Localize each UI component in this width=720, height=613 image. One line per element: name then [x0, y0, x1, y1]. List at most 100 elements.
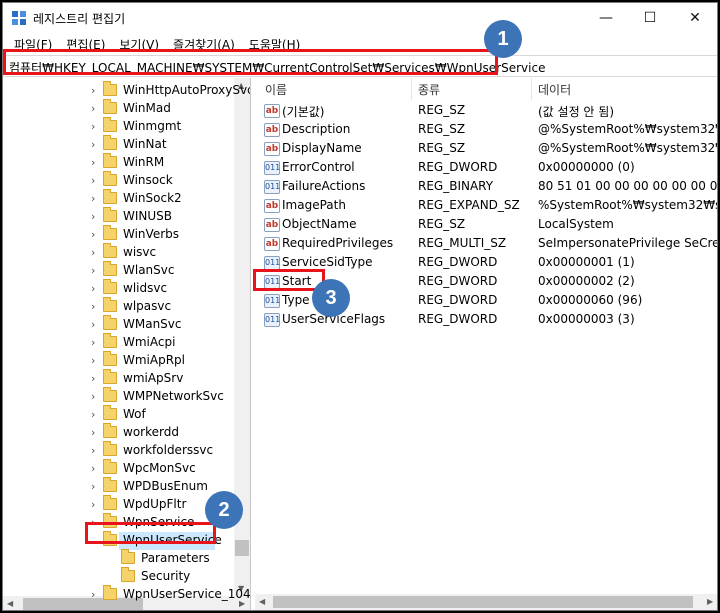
tree-item[interactable]: › WINUSB — [3, 207, 235, 226]
chevron-right-icon[interactable]: › — [91, 498, 95, 511]
tree-item-label: workerdd — [123, 425, 179, 439]
tree-item[interactable]: › wlpasvc — [3, 297, 235, 316]
value-name: FailureActions — [282, 179, 366, 193]
tree-item[interactable]: › WManSvc — [3, 315, 235, 334]
maximize-button[interactable]: ☐ — [627, 3, 673, 33]
tree-item[interactable]: Security — [3, 567, 235, 586]
folder-icon — [103, 189, 117, 204]
column-separator[interactable] — [411, 78, 412, 100]
values-list[interactable]: 이름 종류 데이터 ab (기본값) REG_SZ (값 설정 안 됨) ab Descr… — [255, 78, 717, 610]
tree-item-label: workfolderssvc — [123, 443, 214, 457]
tree-item[interactable]: › WpcMonSvc — [3, 459, 235, 478]
folder-icon — [103, 387, 117, 402]
chevron-right-icon[interactable]: › — [91, 372, 95, 385]
tree-item[interactable]: › WinNat — [3, 135, 235, 154]
string-value-icon: ab — [264, 237, 280, 251]
folder-icon — [103, 117, 117, 132]
chevron-right-icon[interactable]: › — [91, 408, 95, 421]
tree-item[interactable]: › wlidsvc — [3, 279, 235, 298]
tree-item[interactable]: › Winmgmt — [3, 117, 235, 136]
chevron-right-icon[interactable]: › — [91, 462, 95, 475]
chevron-right-icon[interactable]: › — [91, 390, 95, 403]
value-row[interactable]: 011 ErrorControl REG_DWORD 0x00000000 (0) — [255, 159, 717, 178]
values-hscroll-thumb[interactable] — [273, 596, 693, 608]
chevron-right-icon[interactable]: › — [91, 210, 95, 223]
value-row[interactable]: ab RequiredPrivileges REG_MULTI_SZ SeImpers… — [255, 235, 717, 254]
tree-item[interactable]: › Wof — [3, 405, 235, 424]
tree-item[interactable]: › WpdUpFltr — [3, 495, 235, 514]
column-header-type[interactable]: 종류 — [418, 81, 440, 98]
column-separator[interactable] — [531, 78, 532, 100]
chevron-right-icon[interactable]: › — [91, 156, 95, 169]
chevron-right-icon[interactable]: › — [91, 138, 95, 151]
value-row[interactable]: ab DisplayName REG_SZ @%SystemRoot%₩system3… — [255, 140, 717, 159]
tree-item-label: WpcMonSvc — [123, 461, 196, 475]
column-header-data[interactable]: 데이터 — [538, 81, 571, 98]
close-button[interactable]: ✕ — [672, 3, 717, 33]
folder-icon — [103, 153, 117, 168]
tree-item[interactable]: › WinHttpAutoProxySvc — [3, 81, 250, 100]
binary-value-icon: 011 — [264, 313, 280, 327]
chevron-right-icon[interactable]: › — [91, 174, 95, 187]
minimize-button[interactable]: — — [583, 3, 629, 33]
chevron-right-icon[interactable]: › — [91, 228, 95, 241]
values-horizontal-scrollbar[interactable]: ◀ ▶ — [255, 594, 717, 610]
tree-scroll-thumb[interactable] — [235, 540, 249, 556]
tree-item[interactable]: › WinVerbs — [3, 225, 235, 244]
tree-item-label: WinSock2 — [123, 191, 182, 205]
window-title: 레지스트리 편집기 — [33, 12, 126, 26]
value-name: ServiceSidType — [282, 255, 373, 269]
chevron-right-icon[interactable]: › — [91, 84, 95, 97]
folder-icon — [103, 315, 117, 330]
tree-item[interactable]: › WPDBusEnum — [3, 477, 235, 496]
value-data: @%SystemRoot%₩system32₩Wp — [538, 141, 717, 155]
chevron-right-icon[interactable]: › — [91, 300, 95, 313]
value-row[interactable]: ab ObjectName REG_SZ LocalSystem — [255, 216, 717, 235]
tree-item[interactable]: › WMPNetworkSvc — [3, 387, 235, 406]
tree-item[interactable]: › WmiApRpl — [3, 351, 235, 370]
chevron-right-icon[interactable]: › — [91, 282, 95, 295]
chevron-right-icon[interactable]: › — [91, 444, 95, 457]
folder-icon — [103, 225, 117, 240]
scroll-left-arrow-icon[interactable]: ◀ — [259, 597, 265, 606]
folder-icon — [103, 585, 117, 600]
tree-item[interactable]: › wisvc — [3, 243, 235, 262]
chevron-right-icon[interactable]: › — [91, 120, 95, 133]
tree-item[interactable]: › WinSock2 — [3, 189, 235, 208]
chevron-right-icon[interactable]: › — [91, 426, 95, 439]
chevron-right-icon[interactable]: › — [91, 336, 95, 349]
value-type: REG_EXPAND_SZ — [418, 198, 520, 212]
tree-item[interactable]: › WmiAcpi — [3, 333, 235, 352]
chevron-right-icon[interactable]: › — [91, 102, 95, 115]
column-header-name[interactable]: 이름 — [265, 81, 287, 98]
chevron-right-icon[interactable]: › — [91, 192, 95, 205]
binary-value-icon: 011 — [264, 180, 280, 194]
tree-item[interactable]: › wmiApSrv — [3, 369, 235, 388]
value-name: Type — [282, 293, 310, 307]
value-data: SeImpersonatePrivilege SeCreateG — [538, 236, 717, 250]
chevron-right-icon[interactable]: › — [91, 354, 95, 367]
tree-item-label: wmiApSrv — [123, 371, 184, 385]
tree-item[interactable]: › workerdd — [3, 423, 235, 442]
tree-item[interactable]: Parameters — [3, 549, 235, 568]
tree-item[interactable]: › Winsock — [3, 171, 235, 190]
value-row[interactable]: 011 FailureActions REG_BINARY 80 51 01 00 0… — [255, 178, 717, 197]
value-type: REG_DWORD — [418, 160, 498, 174]
tree-item[interactable]: › WinRM — [3, 153, 235, 172]
value-row[interactable]: ab Description REG_SZ @%SystemRoot%₩system3… — [255, 121, 717, 140]
tree-item[interactable]: › workfolderssvc — [3, 441, 235, 460]
chevron-right-icon[interactable]: › — [91, 318, 95, 331]
scroll-right-arrow-icon[interactable]: ▶ — [707, 597, 713, 606]
chevron-right-icon[interactable]: › — [91, 588, 95, 601]
value-data: 0x00000060 (96) — [538, 293, 643, 307]
tree-item[interactable]: › WinMad — [3, 99, 235, 118]
chevron-right-icon[interactable]: › — [91, 264, 95, 277]
chevron-right-icon[interactable]: › — [91, 480, 95, 493]
value-type: REG_DWORD — [418, 274, 498, 288]
tree-item[interactable]: › WpnUserService_104 — [3, 585, 250, 604]
value-row[interactable]: ab (기본값) REG_SZ (값 설정 안 됨) — [255, 102, 717, 121]
chevron-right-icon[interactable]: › — [91, 246, 95, 259]
tree-item-label: WinHttpAutoProxySvc — [123, 83, 251, 97]
value-row[interactable]: ab ImagePath REG_EXPAND_SZ %SystemRoot%₩sys… — [255, 197, 717, 216]
tree-item[interactable]: › WlanSvc — [3, 261, 235, 280]
